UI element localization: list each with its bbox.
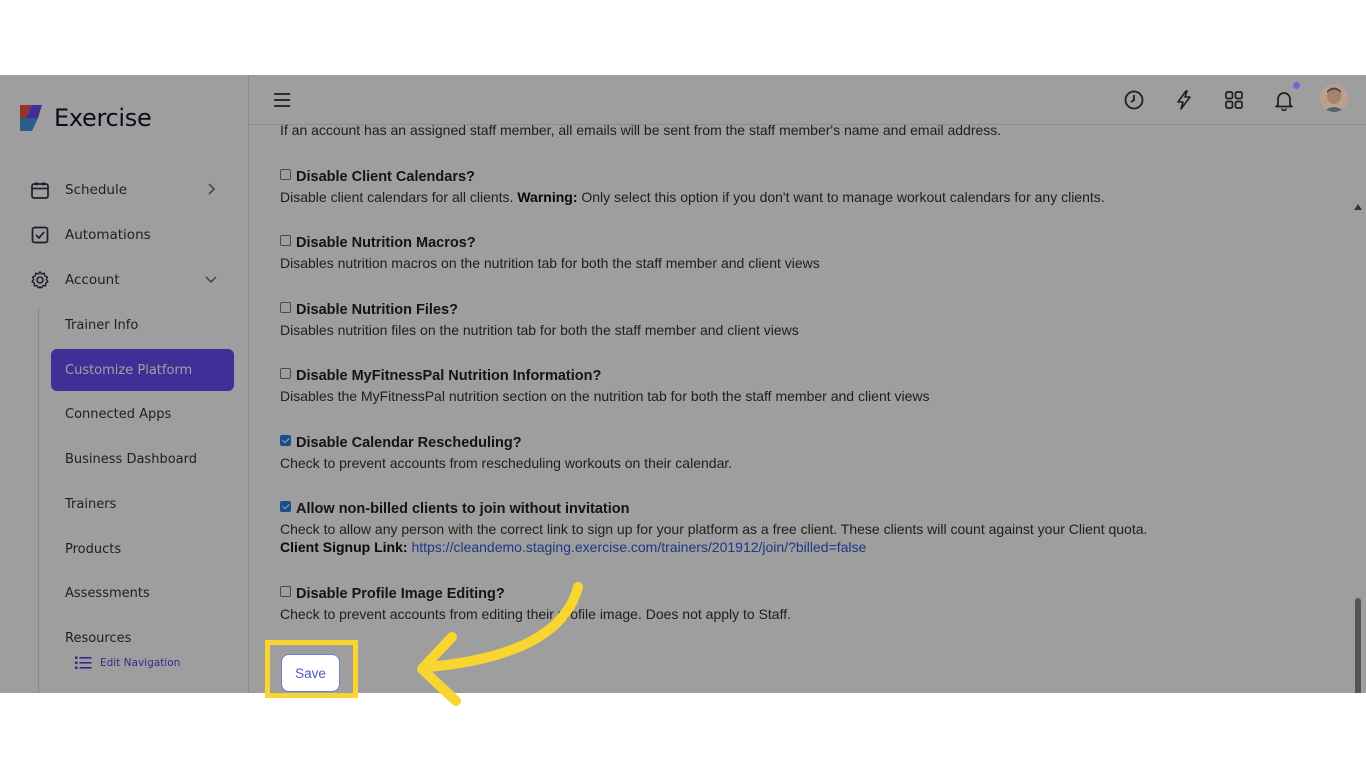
sidebar-item-trainer-info[interactable]: Trainer Info bbox=[51, 304, 234, 346]
setting-description: Disables nutrition macros on the nutriti… bbox=[280, 255, 820, 271]
topbar bbox=[249, 75, 1366, 125]
setting-disable-myfitnesspal: Disable MyFitnessPal Nutrition Informati… bbox=[280, 367, 1340, 404]
signup-link-label: Client Signup Link: bbox=[280, 539, 408, 555]
setting-title: Disable Calendar Rescheduling? bbox=[296, 435, 522, 451]
disable-calendar-rescheduling-checkbox[interactable] bbox=[280, 434, 291, 446]
notification-dot bbox=[1293, 82, 1300, 89]
disable-client-calendars-checkbox[interactable] bbox=[280, 168, 291, 180]
sidebar-item-label: Trainer Info bbox=[65, 317, 139, 333]
edit-navigation-label: Edit Navigation bbox=[100, 657, 181, 669]
warning-label: Warning: bbox=[517, 189, 578, 205]
disable-nutrition-files-checkbox[interactable] bbox=[280, 301, 291, 313]
setting-description: Disables the MyFitnessPal nutrition sect… bbox=[280, 388, 930, 404]
scrollbar[interactable] bbox=[1352, 200, 1364, 693]
chevron-down-icon bbox=[205, 276, 217, 284]
edit-navigation-link[interactable]: Edit Navigation bbox=[75, 656, 180, 670]
setting-disable-nutrition-files: Disable Nutrition Files? Disables nutrit… bbox=[280, 301, 1340, 338]
checkbox-icon bbox=[31, 226, 49, 244]
sidebar-item-label: Account bbox=[65, 272, 120, 288]
sidebar: Exercise Schedule Automations Account Tr… bbox=[0, 75, 249, 693]
disable-profile-image-editing-checkbox[interactable] bbox=[280, 585, 291, 597]
setting-title: Disable Nutrition Files? bbox=[296, 302, 458, 318]
setting-title: Disable MyFitnessPal Nutrition Informati… bbox=[296, 368, 602, 384]
setting-description: Disables nutrition files on the nutritio… bbox=[280, 322, 799, 338]
sidebar-item-label: Resources bbox=[65, 630, 132, 646]
save-button[interactable]: Save bbox=[281, 654, 340, 692]
scroll-thumb[interactable] bbox=[1355, 598, 1361, 693]
calendar-icon bbox=[31, 182, 49, 199]
sidebar-item-account[interactable]: Account bbox=[0, 258, 248, 302]
description-text: Disable client calendars for all clients… bbox=[280, 189, 518, 205]
signup-link-row: Client Signup Link: https://cleandemo.st… bbox=[280, 539, 1340, 555]
sidebar-item-business-dashboard[interactable]: Business Dashboard bbox=[51, 438, 234, 480]
sidebar-item-resources[interactable]: Resources bbox=[51, 617, 234, 659]
chevron-right-icon bbox=[208, 183, 216, 195]
disable-nutrition-macros-checkbox[interactable] bbox=[280, 234, 291, 246]
sidebar-item-trainers[interactable]: Trainers bbox=[51, 483, 234, 525]
app-name: Exercise bbox=[54, 104, 152, 132]
avatar-photo-icon bbox=[1320, 84, 1348, 112]
setting-title: Disable Nutrition Macros? bbox=[296, 235, 476, 251]
setting-disable-nutrition-macros: Disable Nutrition Macros? Disables nutri… bbox=[280, 234, 1340, 271]
sidebar-item-label: Business Dashboard bbox=[65, 451, 197, 467]
sidebar-item-label: Automations bbox=[65, 227, 151, 243]
gear-icon bbox=[31, 271, 49, 289]
clock-icon[interactable] bbox=[1123, 89, 1145, 111]
scroll-up-arrow-icon[interactable] bbox=[1352, 203, 1364, 211]
sidebar-item-label: Schedule bbox=[65, 182, 128, 198]
sidebar-item-automations[interactable]: Automations bbox=[0, 213, 248, 257]
sidebar-item-customize-platform[interactable]: Customize Platform bbox=[51, 349, 234, 391]
allow-non-billed-clients-checkbox[interactable] bbox=[280, 500, 291, 512]
sidebar-item-label: Connected Apps bbox=[65, 406, 172, 422]
sidebar-item-label: Trainers bbox=[65, 496, 117, 512]
submenu-tree-line bbox=[38, 307, 39, 693]
setting-description: Disable client calendars for all clients… bbox=[280, 189, 1340, 205]
sidebar-item-products[interactable]: Products bbox=[51, 528, 234, 570]
list-icon bbox=[75, 656, 92, 669]
setting-title: Allow non-billed clients to join without… bbox=[296, 501, 630, 517]
disable-myfitnesspal-checkbox[interactable] bbox=[280, 367, 291, 379]
sidebar-item-label: Customize Platform bbox=[65, 362, 193, 378]
app-logo[interactable]: Exercise bbox=[16, 103, 152, 133]
sidebar-item-label: Assessments bbox=[65, 585, 150, 601]
app-window: Exercise Schedule Automations Account Tr… bbox=[0, 75, 1366, 693]
setting-allow-non-billed-clients: Allow non-billed clients to join without… bbox=[280, 500, 1340, 555]
setting-disable-calendar-rescheduling: Disable Calendar Rescheduling? Check to … bbox=[280, 434, 1340, 471]
apps-grid-icon[interactable] bbox=[1223, 89, 1245, 111]
annotation-arrow-icon bbox=[417, 582, 583, 706]
sidebar-item-schedule[interactable]: Schedule bbox=[0, 168, 248, 212]
sidebar-item-assessments[interactable]: Assessments bbox=[51, 572, 234, 614]
menu-icon[interactable] bbox=[271, 89, 293, 111]
setting-title: Disable Client Calendars? bbox=[296, 169, 475, 185]
sidebar-item-connected-apps[interactable]: Connected Apps bbox=[51, 393, 234, 435]
sidebar-item-label: Products bbox=[65, 541, 122, 557]
bell-icon[interactable] bbox=[1273, 89, 1295, 111]
truncated-description: If an account has an assigned staff memb… bbox=[280, 122, 1002, 138]
setting-description: Check to allow any person with the corre… bbox=[280, 521, 1148, 537]
description-text: Only select this option if you don't wan… bbox=[577, 189, 1105, 205]
avatar[interactable] bbox=[1320, 84, 1348, 112]
setting-disable-client-calendars: Disable Client Calendars? Disable client… bbox=[280, 168, 1340, 205]
exercise-logo-icon bbox=[20, 105, 42, 131]
signup-link[interactable]: https://cleandemo.staging.exercise.com/t… bbox=[411, 539, 866, 555]
setting-description: Check to prevent accounts from reschedul… bbox=[280, 455, 733, 471]
lightning-icon[interactable] bbox=[1173, 89, 1195, 111]
